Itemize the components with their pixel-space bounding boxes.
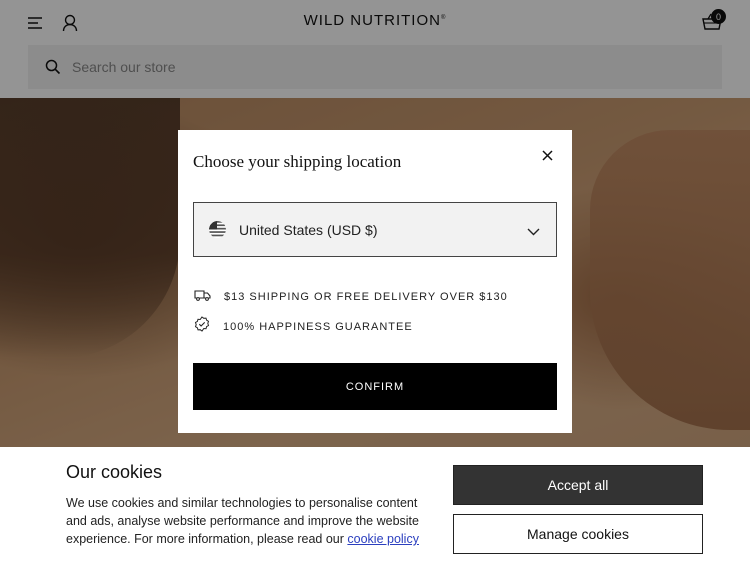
cookie-title: Our cookies <box>66 462 163 482</box>
cookie-policy-link[interactable]: cookie policy <box>347 532 419 546</box>
confirm-button[interactable]: CONFIRM <box>193 363 557 410</box>
perk-guarantee: 100% HAPPINESS GUARANTEE <box>194 316 413 337</box>
perk-shipping-text: $13 SHIPPING OR FREE DELIVERY OVER $130 <box>224 291 508 303</box>
modal-title: Choose your shipping location <box>193 152 402 171</box>
perk-guarantee-text: 100% HAPPINESS GUARANTEE <box>223 320 413 333</box>
cookie-banner: Our cookies We use cookies and similar t… <box>0 447 750 563</box>
close-icon[interactable] <box>537 145 557 165</box>
selected-country-label: United States (USD $) <box>239 221 378 238</box>
badge-check-icon <box>194 316 210 337</box>
accept-all-button[interactable]: Accept all <box>453 465 703 505</box>
manage-cookies-button[interactable]: Manage cookies <box>453 514 703 554</box>
country-select[interactable]: United States (USD $) <box>193 202 557 257</box>
perk-shipping: $13 SHIPPING OR FREE DELIVERY OVER $130 <box>194 288 508 306</box>
chevron-down-icon <box>527 223 540 241</box>
us-flag-icon <box>209 221 226 238</box>
cookie-description: We use cookies and similar technologies … <box>66 494 436 548</box>
shipping-location-modal: Choose your shipping location United Sta… <box>178 130 572 433</box>
delivery-truck-icon <box>194 288 211 306</box>
